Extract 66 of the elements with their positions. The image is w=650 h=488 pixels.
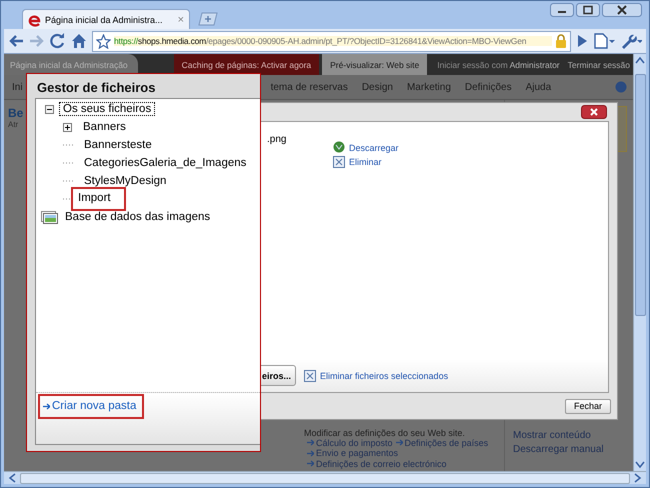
settings-text: Modificar as definições do seu Web site. — [304, 428, 465, 438]
expand-icon[interactable] — [63, 122, 72, 132]
home-icon[interactable] — [71, 33, 87, 49]
nav-menu-item[interactable]: Marketing — [406, 82, 451, 92]
arrow-icon — [307, 439, 314, 446]
session-info: Iniciar sessão com Administrator — [437, 60, 560, 70]
delete-icon — [304, 370, 316, 382]
browser-tab[interactable]: Página inicial da Administra... × — [22, 9, 190, 29]
wrench-icon[interactable] — [620, 33, 642, 49]
page-menu-icon[interactable] — [593, 33, 615, 49]
play-icon[interactable] — [576, 34, 588, 48]
vertical-scrollbar[interactable] — [633, 54, 646, 471]
tree-item[interactable]: StylesMyDesign — [80, 174, 170, 188]
dialog-title: Gestor de ficheiros — [36, 79, 156, 97]
logout-link[interactable]: Terminar sessão — [568, 60, 630, 70]
scroll-down-icon — [635, 461, 645, 469]
nav-menu-item[interactable]: Ini — [12, 82, 23, 92]
address-bar[interactable]: https://shops.hmedia.com/epages/0000-090905-AH.admin/pt_PT/?ObjectID=3126841&ViewAction=MBO-ViewGen — [92, 30, 571, 52]
file-name: .png — [266, 133, 288, 145]
tree-line — [63, 144, 75, 146]
scroll-up-icon — [635, 56, 645, 64]
nav-menu-item[interactable]: Design — [362, 82, 393, 92]
close-button[interactable]: Fechar — [565, 398, 611, 414]
tree-item[interactable]: Banners — [79, 120, 130, 134]
file-action-link[interactable]: Eliminar — [333, 156, 608, 168]
image-icon — [41, 210, 58, 224]
tree-line — [63, 162, 75, 164]
file-action-link[interactable]: Descarregar — [333, 141, 608, 154]
scrollbar-thumb[interactable] — [634, 74, 646, 316]
back-arrow-icon[interactable] — [8, 34, 24, 48]
close-window-icon[interactable] — [602, 3, 642, 17]
scroll-left-icon — [8, 473, 16, 483]
tree-item[interactable]: Base de dados das imagens — [61, 210, 214, 224]
preview-link[interactable]: Pré-visualizar: Web site — [322, 54, 428, 75]
arrow-icon — [307, 450, 314, 456]
tree-item[interactable]: Os seus ficheiros — [59, 102, 156, 116]
tree-line — [63, 180, 75, 182]
arrow-icon — [396, 439, 403, 446]
new-tab-icon[interactable] — [196, 12, 218, 26]
scroll-right-icon — [634, 473, 642, 483]
nav-menu-item[interactable]: Ajuda — [526, 82, 552, 92]
horizontal-scrollbar[interactable] — [4, 471, 646, 484]
e-logo-icon — [28, 12, 42, 26]
tree-item[interactable]: Bannersteste — [80, 138, 156, 152]
new-folder-link[interactable]: Criar nova pasta — [38, 394, 144, 419]
close-tab-button[interactable]: × — [178, 14, 184, 26]
tree-item[interactable]: Import — [73, 189, 124, 209]
arrow-icon — [307, 460, 314, 467]
scrollbar-thumb[interactable] — [20, 472, 630, 484]
page-subheading: Atr — [8, 120, 18, 129]
lock-icon — [555, 34, 567, 48]
page-heading: Be — [8, 106, 24, 120]
caching-notice[interactable]: Caching de páginas: Activar agora — [174, 54, 320, 75]
tree-item[interactable]: CategoriesGaleria_de_Imagens — [80, 156, 250, 170]
url-text: https://shops.hmedia.com/epages/0000-090905-AH.admin/pt_PT/?ObjectID=3126841&ViewAction=MBO-ViewGen — [114, 36, 552, 46]
nav-menu-item[interactable]: Definições — [464, 82, 512, 92]
close-icon[interactable] — [581, 105, 607, 119]
delete-icon — [333, 156, 345, 168]
arrow-icon — [43, 402, 50, 410]
delete-selected-link[interactable]: Eliminar ficheiros seleccionados — [304, 370, 448, 382]
collapse-icon[interactable] — [45, 104, 54, 114]
star-icon[interactable] — [96, 34, 111, 48]
maximize-icon[interactable] — [576, 3, 600, 17]
nav-menu-item[interactable]: tema de reservas — [270, 82, 348, 92]
reload-icon[interactable] — [50, 33, 66, 49]
minimize-icon[interactable] — [550, 3, 574, 17]
